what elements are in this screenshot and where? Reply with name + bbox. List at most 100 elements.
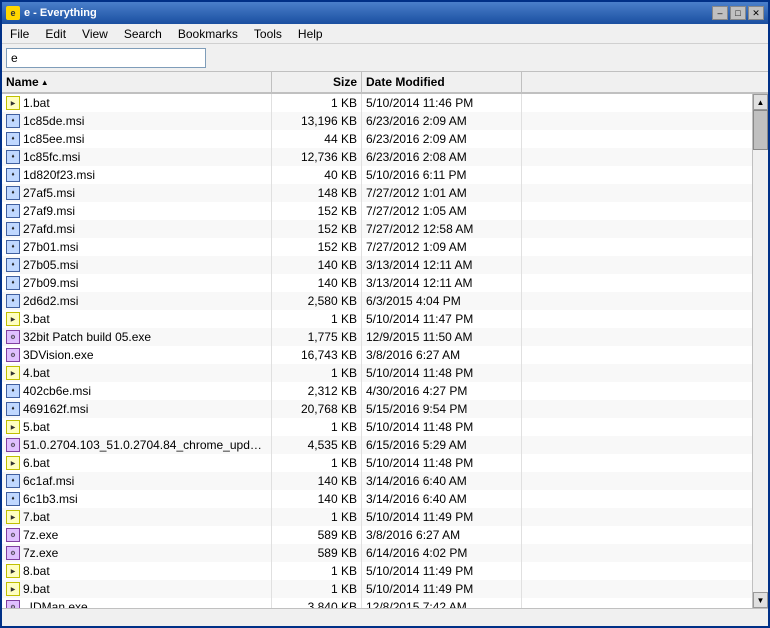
- menu-view[interactable]: View: [74, 25, 116, 43]
- file-row[interactable]: ♦ 1c85de.msi 13,196 KB 6/23/2016 2:09 AM: [2, 112, 752, 130]
- cell-extra: [522, 346, 752, 364]
- scroll-thumb[interactable]: [753, 110, 768, 150]
- file-row[interactable]: ▶ 9.bat 1 KB 5/10/2014 11:49 PM: [2, 580, 752, 598]
- file-row[interactable]: ▶ 1.bat 1 KB 5/10/2014 11:46 PM: [2, 94, 752, 112]
- file-row[interactable]: ♦ 27af9.msi 152 KB 7/27/2012 1:05 AM: [2, 202, 752, 220]
- column-header-name[interactable]: Name ▲: [2, 72, 272, 92]
- msi-icon: ♦: [6, 474, 20, 488]
- file-name: 1d820f23.msi: [23, 168, 95, 182]
- cell-size: 12,736 KB: [272, 148, 362, 166]
- cell-name: ▶ 1.bat: [2, 94, 272, 112]
- file-row[interactable]: ⚙ _IDMan.exe 3,840 KB 12/8/2015 7:42 AM: [2, 598, 752, 608]
- exe-icon: ⚙: [6, 348, 20, 362]
- file-name: 27af9.msi: [23, 204, 75, 218]
- cell-date: 5/10/2014 11:48 PM: [362, 454, 522, 472]
- menu-file[interactable]: File: [2, 25, 37, 43]
- cell-size: 20,768 KB: [272, 400, 362, 418]
- file-list[interactable]: ▶ 1.bat 1 KB 5/10/2014 11:46 PM ♦ 1c85de…: [2, 94, 752, 608]
- file-name: 8.bat: [23, 564, 50, 578]
- cell-name: ♦ 1d820f23.msi: [2, 166, 272, 184]
- cell-size: 1 KB: [272, 454, 362, 472]
- file-row[interactable]: ⚙ 32bit Patch build 05.exe 1,775 KB 12/9…: [2, 328, 752, 346]
- msi-icon: ♦: [6, 492, 20, 506]
- cell-name: ♦ 2d6d2.msi: [2, 292, 272, 310]
- cell-date: 5/10/2014 11:49 PM: [362, 580, 522, 598]
- file-name: 3DVision.exe: [23, 348, 94, 362]
- file-row[interactable]: ♦ 1c85fc.msi 12,736 KB 6/23/2016 2:08 AM: [2, 148, 752, 166]
- cell-date: 12/9/2015 11:50 AM: [362, 328, 522, 346]
- cell-size: 40 KB: [272, 166, 362, 184]
- file-row[interactable]: ♦ 1d820f23.msi 40 KB 5/10/2016 6:11 PM: [2, 166, 752, 184]
- window-controls: – □ ✕: [712, 6, 764, 20]
- cell-date: 7/27/2012 12:58 AM: [362, 220, 522, 238]
- bat-icon: ▶: [6, 564, 20, 578]
- cell-name: ♦ 1c85ee.msi: [2, 130, 272, 148]
- cell-size: 16,743 KB: [272, 346, 362, 364]
- file-table: ▶ 1.bat 1 KB 5/10/2014 11:46 PM ♦ 1c85de…: [2, 94, 768, 608]
- menu-bar: File Edit View Search Bookmarks Tools He…: [2, 24, 768, 44]
- menu-help[interactable]: Help: [290, 25, 331, 43]
- msi-icon: ♦: [6, 186, 20, 200]
- file-row[interactable]: ♦ 27b05.msi 140 KB 3/13/2014 12:11 AM: [2, 256, 752, 274]
- search-input[interactable]: [6, 48, 206, 68]
- scroll-up-button[interactable]: ▲: [753, 94, 768, 110]
- column-header-extra: [522, 72, 768, 92]
- menu-edit[interactable]: Edit: [37, 25, 74, 43]
- msi-icon: ♦: [6, 294, 20, 308]
- msi-icon: ♦: [6, 240, 20, 254]
- cell-name: ▶ 5.bat: [2, 418, 272, 436]
- file-row[interactable]: ⚙ 7z.exe 589 KB 6/14/2016 4:02 PM: [2, 544, 752, 562]
- file-name: 6.bat: [23, 456, 50, 470]
- file-row[interactable]: ♦ 27b09.msi 140 KB 3/13/2014 12:11 AM: [2, 274, 752, 292]
- cell-size: 1 KB: [272, 418, 362, 436]
- file-name: 6c1b3.msi: [23, 492, 78, 506]
- cell-name: ♦ 469162f.msi: [2, 400, 272, 418]
- file-row[interactable]: ▶ 5.bat 1 KB 5/10/2014 11:48 PM: [2, 418, 752, 436]
- cell-date: 6/23/2016 2:08 AM: [362, 148, 522, 166]
- minimize-button[interactable]: –: [712, 6, 728, 20]
- cell-size: 140 KB: [272, 256, 362, 274]
- cell-size: 148 KB: [272, 184, 362, 202]
- file-row[interactable]: ♦ 27af5.msi 148 KB 7/27/2012 1:01 AM: [2, 184, 752, 202]
- msi-icon: ♦: [6, 222, 20, 236]
- column-header-size[interactable]: Size: [272, 72, 362, 92]
- cell-size: 44 KB: [272, 130, 362, 148]
- file-row[interactable]: ♦ 27b01.msi 152 KB 7/27/2012 1:09 AM: [2, 238, 752, 256]
- file-row[interactable]: ▶ 8.bat 1 KB 5/10/2014 11:49 PM: [2, 562, 752, 580]
- cell-size: 4,535 KB: [272, 436, 362, 454]
- exe-icon: ⚙: [6, 546, 20, 560]
- file-row[interactable]: ▶ 7.bat 1 KB 5/10/2014 11:49 PM: [2, 508, 752, 526]
- file-row[interactable]: ♦ 402cb6e.msi 2,312 KB 4/30/2016 4:27 PM: [2, 382, 752, 400]
- cell-extra: [522, 598, 752, 608]
- cell-date: 7/27/2012 1:09 AM: [362, 238, 522, 256]
- file-row[interactable]: ▶ 6.bat 1 KB 5/10/2014 11:48 PM: [2, 454, 752, 472]
- file-row[interactable]: ♦ 6c1b3.msi 140 KB 3/14/2016 6:40 AM: [2, 490, 752, 508]
- cell-date: 7/27/2012 1:05 AM: [362, 202, 522, 220]
- file-row[interactable]: ⚙ 3DVision.exe 16,743 KB 3/8/2016 6:27 A…: [2, 346, 752, 364]
- menu-tools[interactable]: Tools: [246, 25, 290, 43]
- file-row[interactable]: ♦ 1c85ee.msi 44 KB 6/23/2016 2:09 AM: [2, 130, 752, 148]
- file-row[interactable]: ♦ 27afd.msi 152 KB 7/27/2012 12:58 AM: [2, 220, 752, 238]
- file-row[interactable]: ⚙ 7z.exe 589 KB 3/8/2016 6:27 AM: [2, 526, 752, 544]
- cell-date: 5/10/2014 11:48 PM: [362, 418, 522, 436]
- scroll-track[interactable]: [753, 110, 768, 592]
- cell-extra: [522, 472, 752, 490]
- file-row[interactable]: ▶ 4.bat 1 KB 5/10/2014 11:48 PM: [2, 364, 752, 382]
- column-header-date[interactable]: Date Modified: [362, 72, 522, 92]
- file-row[interactable]: ♦ 6c1af.msi 140 KB 3/14/2016 6:40 AM: [2, 472, 752, 490]
- file-row[interactable]: ▶ 3.bat 1 KB 5/10/2014 11:47 PM: [2, 310, 752, 328]
- file-row[interactable]: ♦ 469162f.msi 20,768 KB 5/15/2016 9:54 P…: [2, 400, 752, 418]
- menu-search[interactable]: Search: [116, 25, 170, 43]
- file-row[interactable]: ♦ 2d6d2.msi 2,580 KB 6/3/2015 4:04 PM: [2, 292, 752, 310]
- maximize-button[interactable]: □: [730, 6, 746, 20]
- file-row[interactable]: ⚙ 51.0.2704.103_51.0.2704.84_chrome_upda…: [2, 436, 752, 454]
- cell-date: 3/14/2016 6:40 AM: [362, 490, 522, 508]
- vertical-scrollbar[interactable]: ▲ ▼: [752, 94, 768, 608]
- cell-date: 3/13/2014 12:11 AM: [362, 256, 522, 274]
- menu-bookmarks[interactable]: Bookmarks: [170, 25, 246, 43]
- cell-extra: [522, 454, 752, 472]
- cell-size: 1 KB: [272, 562, 362, 580]
- scroll-down-button[interactable]: ▼: [753, 592, 768, 608]
- close-button[interactable]: ✕: [748, 6, 764, 20]
- cell-size: 140 KB: [272, 490, 362, 508]
